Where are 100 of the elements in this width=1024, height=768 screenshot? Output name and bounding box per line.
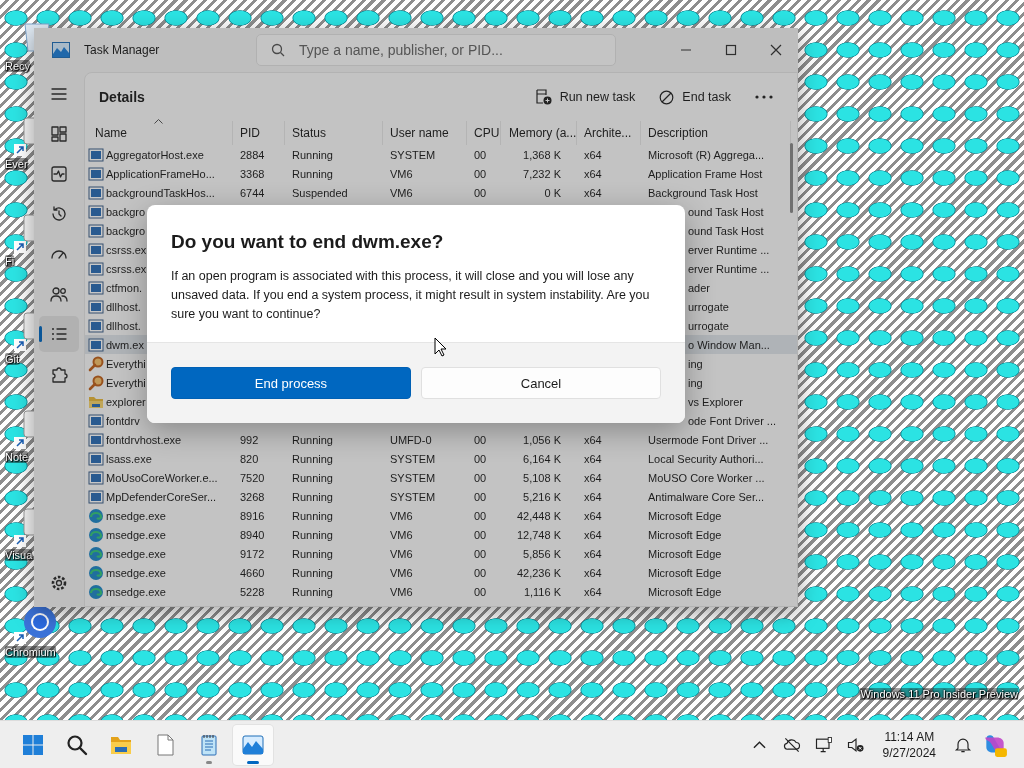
table-cell-text: 5,856 K: [522, 546, 562, 562]
table-cell: Local Security Authori...: [648, 452, 764, 465]
process-name: Everythi: [106, 376, 146, 389]
table-cell-text: 00: [473, 432, 488, 448]
table-cell-text: 8940: [239, 527, 266, 543]
table-cell-text: 00: [473, 470, 488, 486]
process-name: msedge.exe: [106, 509, 166, 522]
table-cell-text: 4660: [239, 565, 266, 581]
process-name: ctfmon.: [106, 281, 143, 294]
table-cell: vs Explorer: [688, 395, 744, 408]
table-cell-text: VM6: [389, 565, 414, 581]
process-name: msedge.exe: [106, 585, 166, 598]
table-cell-text: x64: [583, 508, 603, 524]
table-cell-text: x64: [583, 565, 603, 581]
table-cell-text: SYSTEM: [389, 470, 437, 486]
table-cell-text: Running: [291, 565, 334, 581]
table-cell-text: 00: [473, 147, 488, 163]
table-cell: erver Runtime ...: [688, 262, 770, 275]
table-cell-text: 6,164 K: [522, 451, 562, 467]
table-cell: ode Font Driver ...: [688, 414, 777, 427]
table-cell-text: Running: [291, 527, 334, 543]
table-cell-text: VM6: [389, 166, 414, 182]
table-cell: Background Task Host: [648, 186, 758, 199]
table-cell: ing: [688, 357, 703, 370]
table-cell-text: 9172: [239, 546, 266, 562]
table-cell-text: 8916: [239, 508, 266, 524]
table-cell-text: Running: [291, 584, 334, 600]
table-cell-text: Suspended: [291, 185, 349, 201]
table-cell-text: VM6: [389, 584, 414, 600]
table-cell-text: 2884: [239, 147, 266, 163]
process-name: csrss.ex: [106, 243, 147, 256]
process-name: backgro: [106, 224, 146, 237]
process-name: msedge.exe: [106, 566, 166, 579]
table-cell-text: SYSTEM: [389, 489, 437, 505]
table-cell-text: x64: [583, 489, 603, 505]
table-cell-text: 00: [473, 185, 488, 201]
table-cell-text: 992: [239, 432, 260, 448]
table-cell: o Window Man...: [688, 338, 770, 351]
table-cell-text: 5228: [239, 584, 266, 600]
process-name: fontdrvhost.exe: [106, 433, 182, 446]
process-name: csrss.ex: [106, 262, 147, 275]
table-cell-text: Running: [291, 451, 334, 467]
table-cell-text: x64: [583, 451, 603, 467]
page-title: Details: [99, 89, 145, 105]
table-cell: Microsoft (R) Aggrega...: [648, 148, 765, 161]
table-cell-text: 3368: [239, 166, 266, 182]
table-cell-text: VM6: [389, 527, 414, 543]
table-cell-text: 0 K: [543, 185, 562, 201]
table-cell-text: 00: [473, 565, 488, 581]
table-cell-text: 820: [239, 451, 260, 467]
process-name: dllhost.: [106, 300, 141, 313]
table-cell: Microsoft Edge: [648, 566, 722, 579]
table-cell: Antimalware Core Ser...: [648, 490, 765, 503]
table-cell: erver Runtime ...: [688, 243, 770, 256]
table-cell-text: 42,236 K: [515, 565, 562, 581]
table-cell-text: 5,108 K: [522, 470, 562, 486]
table-cell-text: Running: [291, 508, 334, 524]
table-cell-text: 00: [473, 451, 488, 467]
table-cell-text: 00: [473, 584, 488, 600]
dialog-message: If an open program is associated with this process, it will close and you will lose any unsaved data. If you end a system process, it might result in system instability. Are you sure you want to continue?: [171, 268, 651, 323]
table-cell: urrogate: [688, 319, 729, 332]
table-cell-text: SYSTEM: [389, 451, 437, 467]
table-cell-text: x64: [583, 185, 603, 201]
process-name: dwm.ex: [106, 338, 144, 351]
table-cell-text: 1,116 K: [522, 584, 562, 600]
table-cell-text: Running: [291, 147, 334, 163]
table-cell-text: 7520: [239, 470, 266, 486]
process-name: Everythi: [106, 357, 146, 370]
table-cell: MoUSO Core Worker ...: [648, 471, 765, 484]
table-cell-text: 00: [473, 527, 488, 543]
table-cell-text: 00: [473, 546, 488, 562]
table-cell-text: x64: [583, 527, 603, 543]
table-cell: Microsoft Edge: [648, 509, 722, 522]
table-cell: ound Task Host: [688, 224, 764, 237]
table-cell-text: VM6: [389, 546, 414, 562]
process-name: lsass.exe: [106, 452, 152, 465]
table-cell-text: x64: [583, 584, 603, 600]
table-cell-text: 1,056 K: [522, 432, 562, 448]
process-name: ApplicationFrameHo...: [106, 167, 215, 180]
table-cell-text: x64: [583, 147, 603, 163]
process-name: MoUsoCoreWorker.e...: [106, 471, 218, 484]
table-cell-text: 1,368 K: [522, 147, 562, 163]
table-cell-text: 42,448 K: [515, 508, 562, 524]
table-cell-text: 7,232 K: [522, 166, 562, 182]
process-name: msedge.exe: [106, 528, 166, 541]
process-name: backgroundTaskHos...: [106, 186, 215, 199]
table-cell-text: x64: [583, 546, 603, 562]
window-title: Task Manager: [84, 43, 161, 57]
table-cell: ing: [688, 376, 703, 389]
table-cell-text: Running: [291, 166, 334, 182]
dialog-title: Do you want to end dwm.exe?: [171, 231, 445, 253]
table-cell-text: Running: [291, 432, 334, 448]
process-name: backgro: [106, 205, 146, 218]
table-cell: urrogate: [688, 300, 729, 313]
process-name: fontdrv: [106, 414, 140, 427]
process-name: MpDefenderCoreSer...: [106, 490, 217, 503]
table-cell-text: 6744: [239, 185, 266, 201]
table-cell: Application Frame Host: [648, 167, 763, 180]
table-cell-text: 3268: [239, 489, 266, 505]
process-name: explorer: [106, 395, 146, 408]
